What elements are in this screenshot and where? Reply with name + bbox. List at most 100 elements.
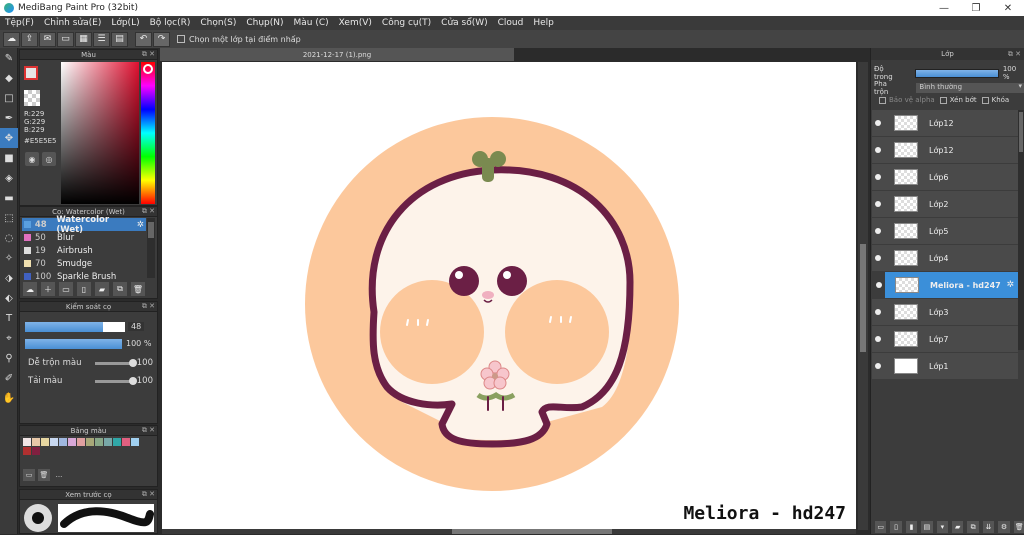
- palette-swatch[interactable]: [68, 438, 76, 446]
- layer-settings-icon[interactable]: ⚙: [998, 521, 1010, 533]
- visibility-icon[interactable]: [875, 228, 881, 234]
- eraser-tool-icon[interactable]: ◆: [0, 68, 18, 88]
- layer-row[interactable]: Lớp2: [872, 191, 1018, 217]
- palette-swatch[interactable]: [23, 438, 31, 446]
- add-layer-dropdown-icon[interactable]: ▾: [936, 521, 949, 533]
- palette-swatch[interactable]: [122, 438, 130, 446]
- snap-checkbox[interactable]: [177, 35, 185, 43]
- visibility-icon[interactable]: [875, 120, 881, 126]
- magic-wand-tool-icon[interactable]: ✧: [0, 248, 18, 268]
- visibility-icon[interactable]: [875, 363, 881, 369]
- palette-swatch[interactable]: [32, 438, 40, 446]
- menu-select[interactable]: Chọn(S): [195, 18, 241, 28]
- menu-snap[interactable]: Chụp(N): [241, 18, 288, 28]
- delete-color-icon[interactable]: 🗑: [38, 469, 50, 481]
- select-pen-tool-icon[interactable]: ⬗: [0, 268, 18, 288]
- menu-layer[interactable]: Lớp(L): [106, 18, 144, 28]
- layer-row[interactable]: Lớp12: [872, 110, 1018, 136]
- upload-icon[interactable]: ⇪: [21, 31, 38, 47]
- grid-icon[interactable]: ▦: [75, 31, 92, 47]
- folder-icon[interactable]: ▰: [95, 282, 109, 296]
- duplicate-icon[interactable]: ⧉: [113, 282, 127, 296]
- panel-buttons-icon[interactable]: ⧉ ✕: [142, 426, 155, 435]
- visibility-icon[interactable]: [875, 309, 881, 315]
- layer-row[interactable]: Lớp7: [872, 326, 1018, 352]
- palette-swatch[interactable]: [131, 438, 139, 446]
- foreground-color[interactable]: [24, 66, 38, 80]
- close-button[interactable]: ✕: [992, 0, 1024, 16]
- fill-rect-tool-icon[interactable]: ■: [0, 148, 18, 168]
- new-1bit-layer-icon[interactable]: ▮: [905, 521, 918, 533]
- visibility-icon[interactable]: [875, 147, 881, 153]
- comment-icon[interactable]: ✉: [39, 31, 56, 47]
- eyedropper-tool-icon[interactable]: ⚲: [0, 348, 18, 368]
- blend-mode-select[interactable]: Bình thường: [916, 82, 1024, 93]
- menu-cloud[interactable]: Cloud: [493, 18, 529, 28]
- bucket-tool-icon[interactable]: ◈: [0, 168, 18, 188]
- folder-icon[interactable]: ▰: [952, 521, 964, 533]
- duplicate-layer-icon[interactable]: ⧉: [967, 521, 979, 533]
- panel-buttons-icon[interactable]: ⧉ ✕: [142, 490, 155, 499]
- brush-size-value[interactable]: 48: [128, 322, 145, 331]
- layer-opacity-slider[interactable]: [915, 68, 999, 78]
- layer-list-scrollbar[interactable]: [1018, 110, 1024, 350]
- pen-tool-icon[interactable]: ✒: [0, 108, 18, 128]
- palette-swatch[interactable]: [77, 438, 85, 446]
- new-8bit-layer-icon[interactable]: ▯: [890, 521, 902, 533]
- palette-swatch[interactable]: [32, 447, 40, 455]
- menu-filter[interactable]: Bộ lọc(R): [145, 18, 196, 28]
- document-tab[interactable]: 2021-12-17 (1).png: [160, 48, 514, 61]
- text-tool-icon[interactable]: T: [0, 308, 18, 328]
- gradient-tool-icon[interactable]: ▬: [0, 188, 18, 208]
- menu-window[interactable]: Cửa sổ(W): [436, 18, 492, 28]
- layer-row[interactable]: Lớp12: [872, 137, 1018, 163]
- visibility-icon[interactable]: [876, 282, 882, 288]
- visibility-icon[interactable]: [875, 174, 881, 180]
- cloud-brush-icon[interactable]: ☁: [23, 282, 37, 296]
- drawing-canvas[interactable]: Meliora - hd247: [162, 62, 856, 530]
- message-icon[interactable]: ▭: [57, 31, 74, 47]
- protect-alpha-checkbox[interactable]: [879, 96, 886, 104]
- fg-bg-colors[interactable]: [24, 66, 44, 86]
- minimize-button[interactable]: —: [928, 0, 960, 16]
- color-picker-icon[interactable]: ◎: [42, 152, 56, 166]
- lasso-tool-icon[interactable]: ◌: [0, 228, 18, 248]
- palette-swatch[interactable]: [59, 438, 67, 446]
- list-icon[interactable]: ☰: [93, 31, 110, 47]
- hue-handle[interactable]: [143, 64, 153, 74]
- saturation-value-picker[interactable]: [61, 62, 139, 204]
- visibility-icon[interactable]: [875, 201, 881, 207]
- brush-item[interactable]: 48 Watercolor (Wet) ✲: [22, 215, 146, 235]
- amount-knob[interactable]: [128, 376, 137, 385]
- brush-list-scrollbar[interactable]: [147, 218, 155, 278]
- trash-icon[interactable]: 🗑: [131, 282, 145, 296]
- visibility-icon[interactable]: [875, 255, 881, 261]
- layer-row-selected[interactable]: Meliora - hd247 ✲: [876, 272, 1018, 298]
- merge-layer-icon[interactable]: ⇊: [982, 521, 995, 533]
- panel-buttons-icon[interactable]: ⧉ ✕: [142, 207, 155, 216]
- table-icon[interactable]: ▤: [111, 31, 128, 47]
- menu-edit[interactable]: Chỉnh sửa(E): [39, 18, 106, 28]
- redo-icon[interactable]: ↷: [153, 31, 170, 47]
- lock-checkbox[interactable]: [981, 96, 989, 104]
- panel-buttons-icon[interactable]: ⧉ ✕: [1008, 50, 1021, 59]
- color-wheel-icon[interactable]: ◉: [25, 152, 39, 166]
- palette-swatch[interactable]: [104, 438, 112, 446]
- menu-view[interactable]: Xem(V): [334, 18, 377, 28]
- transparent-color-icon[interactable]: [24, 90, 40, 106]
- select-tool-icon[interactable]: ⬚: [0, 208, 18, 228]
- operation-tool-icon[interactable]: ⌖: [0, 328, 18, 348]
- palette-swatch[interactable]: [41, 438, 49, 446]
- panel-buttons-icon[interactable]: ⧉ ✕: [142, 302, 155, 311]
- add-brush-icon[interactable]: ＋: [41, 282, 55, 296]
- brush-tool-icon[interactable]: ✎: [0, 48, 18, 68]
- hand-tool-icon[interactable]: ✋: [0, 388, 18, 408]
- layer-row[interactable]: Lớp3: [872, 299, 1018, 325]
- new-brush-icon[interactable]: ▭: [59, 282, 73, 296]
- palette-swatch[interactable]: [86, 438, 94, 446]
- pipette-tool-icon[interactable]: ✐: [0, 368, 18, 388]
- panel-buttons-icon[interactable]: ⧉ ✕: [142, 50, 155, 59]
- visibility-icon[interactable]: [875, 336, 881, 342]
- cloud-icon[interactable]: ☁: [3, 31, 20, 47]
- brush-size-slider[interactable]: 48: [25, 321, 153, 332]
